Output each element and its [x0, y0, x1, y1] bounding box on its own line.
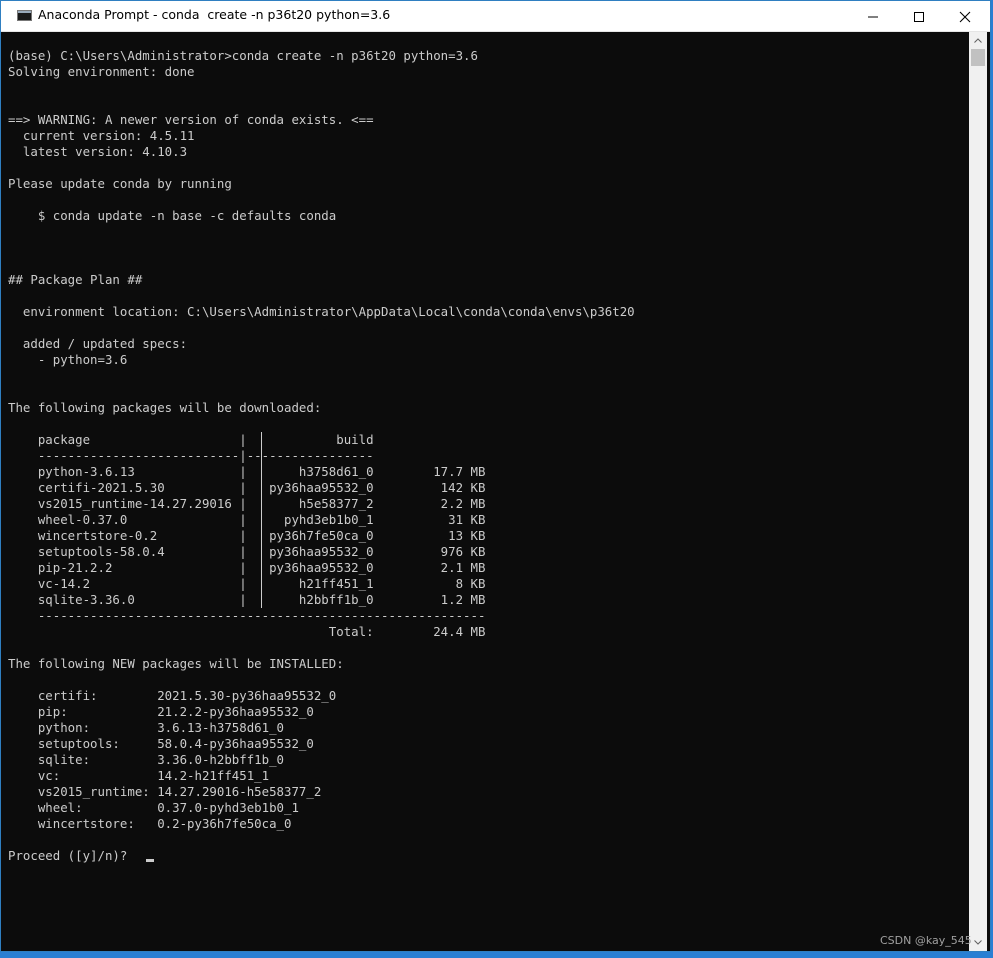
- console-line: sqlite: 3.36.0-h2bbff1b_0: [8, 752, 285, 767]
- console-line: package | build: [8, 432, 374, 447]
- console-line: (base) C:\Users\Administrator>conda crea…: [8, 48, 478, 63]
- console-line: ## Package Plan ##: [8, 272, 143, 287]
- maximize-button[interactable]: [896, 1, 942, 31]
- console-line: wheel: 0.37.0-pyhd3eb1b0_1: [8, 800, 299, 815]
- console-window: Anaconda Prompt - conda create -n p36t20…: [0, 0, 991, 952]
- console-line: Proceed ([y]/n)?: [8, 848, 135, 863]
- close-icon: [959, 11, 971, 23]
- console-line: wincertstore: 0.2-py36h7fe50ca_0: [8, 816, 292, 831]
- console-line: The following NEW packages will be INSTA…: [8, 656, 344, 671]
- console-line: ----------------------------------------…: [8, 608, 486, 623]
- close-button[interactable]: [942, 1, 988, 31]
- console-line: wheel-0.37.0 | pyhd3eb1b0_1 31 KB: [8, 512, 486, 527]
- watermark: CSDN @kay_545: [880, 934, 972, 947]
- console-line: certifi: 2021.5.30-py36haa95532_0: [8, 688, 337, 703]
- console-line: latest version: 4.10.3: [8, 144, 188, 159]
- console-line: vc-14.2 | h21ff451_1 8 KB: [8, 576, 486, 591]
- console-icon: [17, 10, 32, 21]
- console-line: sqlite-3.36.0 | h2bbff1b_0 1.2 MB: [8, 592, 486, 607]
- console-line: python-3.6.13 | h3758d61_0 17.7 MB: [8, 464, 486, 479]
- console-line: Please update conda by running: [8, 176, 232, 191]
- console-line: - python=3.6: [8, 352, 128, 367]
- console-line: pip-21.2.2 | py36haa95532_0 2.1 MB: [8, 560, 486, 575]
- console-line: ---------------------------|------------…: [8, 448, 374, 463]
- maximize-icon: [914, 12, 924, 22]
- console-line: added / updated specs:: [8, 336, 188, 351]
- console-line: Solving environment: done: [8, 64, 195, 79]
- minimize-button[interactable]: [850, 1, 896, 31]
- console-line: certifi-2021.5.30 | py36haa95532_0 142 K…: [8, 480, 486, 495]
- console-output[interactable]: (base) C:\Users\Administrator>conda crea…: [8, 32, 968, 951]
- minimize-icon: [868, 16, 878, 18]
- chevron-down-icon: [974, 940, 982, 945]
- console-line: Total: 24.4 MB: [8, 624, 486, 639]
- console-line: The following packages will be downloade…: [8, 400, 322, 415]
- vertical-scrollbar[interactable]: [969, 32, 987, 951]
- console-line: environment location: C:\Users\Administr…: [8, 304, 635, 319]
- console-line: vc: 14.2-h21ff451_1: [8, 768, 270, 783]
- console-line: setuptools-58.0.4 | py36haa95532_0 976 K…: [8, 544, 486, 559]
- title-bar[interactable]: Anaconda Prompt - conda create -n p36t20…: [1, 1, 990, 32]
- console-line: wincertstore-0.2 | py36h7fe50ca_0 13 KB: [8, 528, 486, 543]
- console-line: $ conda update -n base -c defaults conda: [8, 208, 337, 223]
- console-line: python: 3.6.13-h3758d61_0: [8, 720, 285, 735]
- scroll-up-button[interactable]: [969, 32, 987, 49]
- console-line: vs2015_runtime-14.27.29016 | h5e58377_2 …: [8, 496, 486, 511]
- scroll-thumb[interactable]: [971, 49, 985, 66]
- console-line: current version: 4.5.11: [8, 128, 195, 143]
- window-title: Anaconda Prompt - conda create -n p36t20…: [38, 7, 391, 22]
- console-line: setuptools: 58.0.4-py36haa95532_0: [8, 736, 314, 751]
- console-line: ==> WARNING: A newer version of conda ex…: [8, 112, 374, 127]
- console-line: vs2015_runtime: 14.27.29016-h5e58377_2: [8, 784, 322, 799]
- console-line: pip: 21.2.2-py36haa95532_0: [8, 704, 314, 719]
- text-cursor: [146, 859, 154, 862]
- chevron-up-icon: [974, 38, 982, 43]
